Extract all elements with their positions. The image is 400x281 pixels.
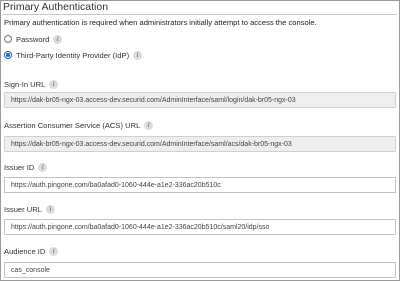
- issuer-id-label-text: Issuer ID: [4, 162, 35, 172]
- sign-in-url-field[interactable]: https://dak-br05-ngx-03.access-dev.secur…: [4, 92, 396, 108]
- info-icon[interactable]: i: [38, 162, 48, 172]
- sign-in-url-label: Sign-In URL i: [4, 79, 59, 89]
- idp-radio-label: Third-Party Identity Provider (IdP): [16, 50, 130, 60]
- acs-url-label-text: Assertion Consumer Service (ACS) URL: [4, 120, 141, 130]
- title-divider: [3, 14, 397, 15]
- sign-in-url-label-text: Sign-In URL: [4, 79, 46, 89]
- issuer-url-label-text: Issuer URL: [4, 204, 42, 214]
- idp-radio[interactable]: [4, 51, 12, 59]
- primary-authentication-panel: Primary Authentication Primary authentic…: [0, 0, 400, 281]
- acs-url-field[interactable]: https://dak-br05-ngx-03.access-dev.secur…: [4, 136, 396, 152]
- audience-id-label-text: Audience ID: [4, 246, 46, 256]
- issuer-url-input[interactable]: https://auth.pingone.com/ba0afad0-1060-4…: [4, 219, 396, 235]
- password-radio-label: Password: [16, 34, 50, 44]
- section-description: Primary authentication is required when …: [4, 18, 317, 27]
- audience-id-input[interactable]: cas_console: [4, 262, 396, 278]
- info-icon[interactable]: i: [49, 79, 59, 89]
- issuer-id-label: Issuer ID i: [4, 162, 48, 172]
- info-icon[interactable]: i: [45, 204, 55, 214]
- auth-option-password[interactable]: Password i: [4, 33, 63, 45]
- issuer-url-label: Issuer URL i: [4, 204, 55, 214]
- auth-option-idp[interactable]: Third-Party Identity Provider (IdP) i: [4, 49, 143, 61]
- info-icon[interactable]: i: [133, 50, 143, 60]
- issuer-id-input[interactable]: https://auth.pingone.com/ba0afad0-1060-4…: [4, 177, 396, 193]
- acs-url-label: Assertion Consumer Service (ACS) URL i: [4, 120, 154, 130]
- info-icon[interactable]: i: [144, 120, 154, 130]
- section-title: Primary Authentication: [3, 1, 109, 13]
- password-radio[interactable]: [4, 35, 12, 43]
- audience-id-label: Audience ID i: [4, 246, 59, 256]
- info-icon[interactable]: i: [49, 246, 59, 256]
- info-icon[interactable]: i: [53, 34, 63, 44]
